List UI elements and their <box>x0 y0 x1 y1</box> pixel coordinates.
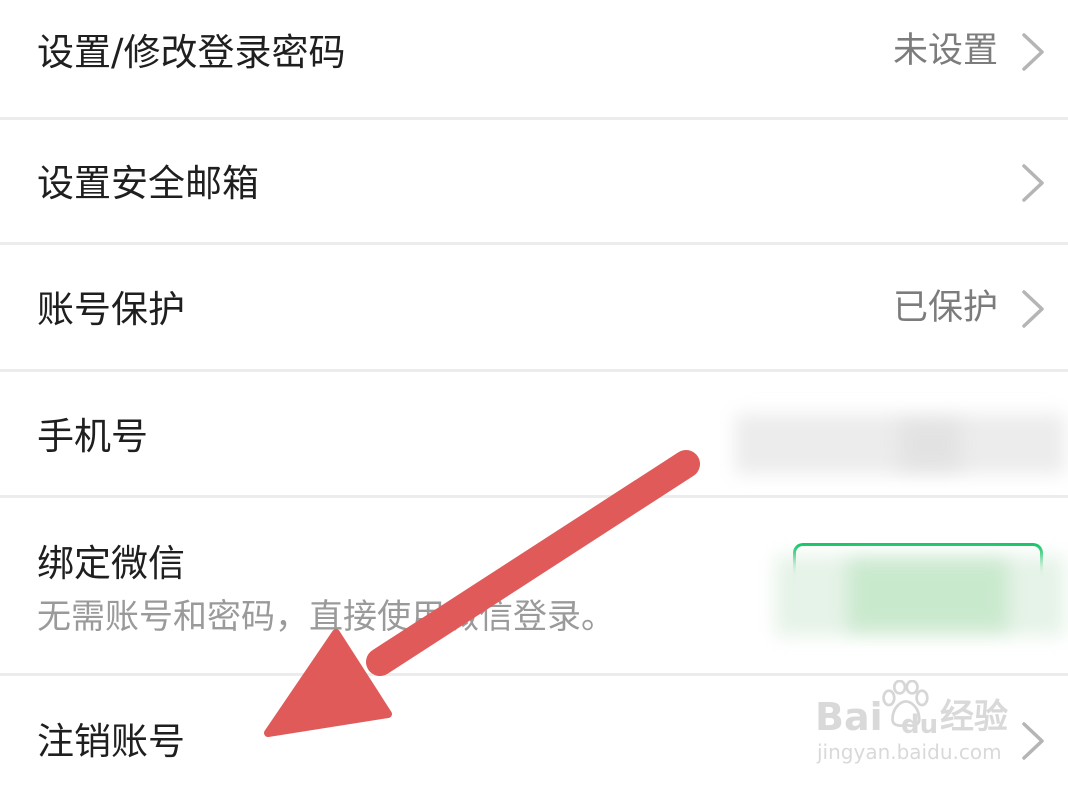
row-subtitle: 无需账号和密码，直接使用微信登录。 <box>37 597 615 637</box>
baidu-watermark: Bai du 经验 jingyan.baidu.com <box>815 680 1015 770</box>
row-title: 账号保护 <box>37 288 185 331</box>
row-title: 绑定微信 <box>37 542 185 585</box>
row-title: 手机号 <box>37 415 148 458</box>
account-security-screen: 设置/修改登录密码 未设置 设置安全邮箱 账号保护 已保护 手机号 绑定微信 无… <box>0 0 1068 788</box>
row-account-protection[interactable]: 账号保护 已保护 <box>0 245 1068 372</box>
watermark-brand-du: du <box>901 710 939 740</box>
row-title: 注销账号 <box>37 720 185 763</box>
chevron-right-icon <box>1022 722 1044 760</box>
watermark-domain: jingyan.baidu.com <box>817 740 1002 764</box>
watermark-brand-bai: Bai <box>815 695 883 739</box>
chevron-right-icon <box>1022 290 1044 328</box>
chevron-right-icon <box>1022 164 1044 202</box>
chevron-right-icon <box>1022 33 1044 71</box>
row-title: 设置/修改登录密码 <box>37 31 346 74</box>
row-title: 设置安全邮箱 <box>37 162 259 205</box>
row-bind-wechat[interactable]: 绑定微信 无需账号和密码，直接使用微信登录。 <box>0 498 1068 676</box>
row-login-password[interactable]: 设置/修改登录密码 未设置 <box>0 0 1068 120</box>
row-status-value: 已保护 <box>892 288 998 328</box>
row-security-email[interactable]: 设置安全邮箱 <box>0 120 1068 245</box>
watermark-product: 经验 <box>940 697 1008 737</box>
row-phone-number[interactable]: 手机号 <box>0 372 1068 498</box>
blurred-wechat-button-center <box>848 560 1008 630</box>
row-status-value: 未设置 <box>892 31 998 71</box>
blurred-phone-value-patch <box>900 422 960 468</box>
